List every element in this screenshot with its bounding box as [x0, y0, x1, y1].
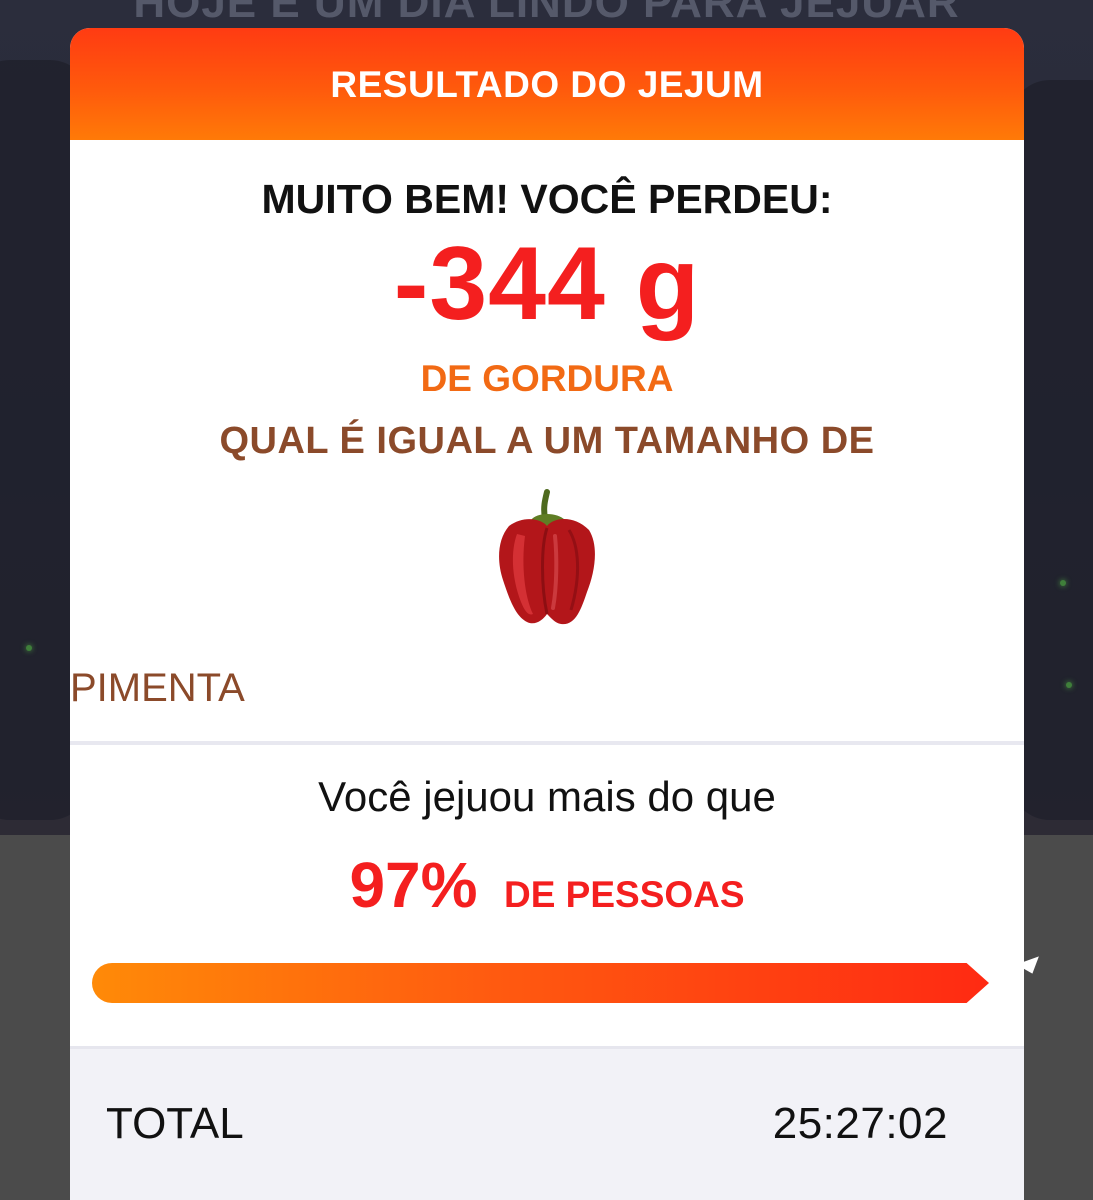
fasting-result-modal: RESULTADO DO JEJUM MUITO BEM! VOCÊ PERDE…	[70, 28, 1024, 1200]
background-sparkle	[1060, 580, 1066, 586]
result-section: MUITO BEM! VOCÊ PERDEU: -344 g DE GORDUR…	[70, 140, 1024, 740]
total-time-value: 25:27:02	[772, 1099, 948, 1148]
ranking-percent-row: 97% DE PESSOAS	[70, 848, 1024, 922]
ranking-percent-value: 97%	[349, 849, 478, 921]
modal-title: RESULTADO DO JEJUM	[330, 64, 764, 105]
ranking-progress-bar	[92, 963, 992, 1003]
total-label: TOTAL	[106, 1099, 244, 1148]
ranking-progress-fill	[92, 963, 989, 1003]
section-divider	[70, 741, 1024, 745]
ranking-percent-label: DE PESSOAS	[503, 874, 745, 915]
red-bell-pepper-icon	[499, 489, 595, 625]
total-time-row: TOTAL 25:27:02	[70, 1046, 1024, 1200]
background-headline: HOJE É UM DIA LINDO PARA JEJUAR	[133, 0, 960, 27]
ranking-label: Você jejuou mais do que	[318, 773, 776, 820]
fat-unit-label: DE GORDURA	[420, 358, 674, 399]
result-subtitle: MUITO BEM! VOCÊ PERDEU:	[261, 176, 833, 222]
background-sparkle	[1066, 682, 1072, 688]
modal-header: RESULTADO DO JEJUM	[70, 28, 1024, 140]
size-comparison-text: QUAL É IGUAL A UM TAMANHO DE	[219, 420, 875, 462]
fat-lost-amount: -344 g	[393, 226, 701, 342]
food-comparison-name: PIMENTA	[70, 666, 245, 710]
background-sparkle	[26, 645, 32, 651]
